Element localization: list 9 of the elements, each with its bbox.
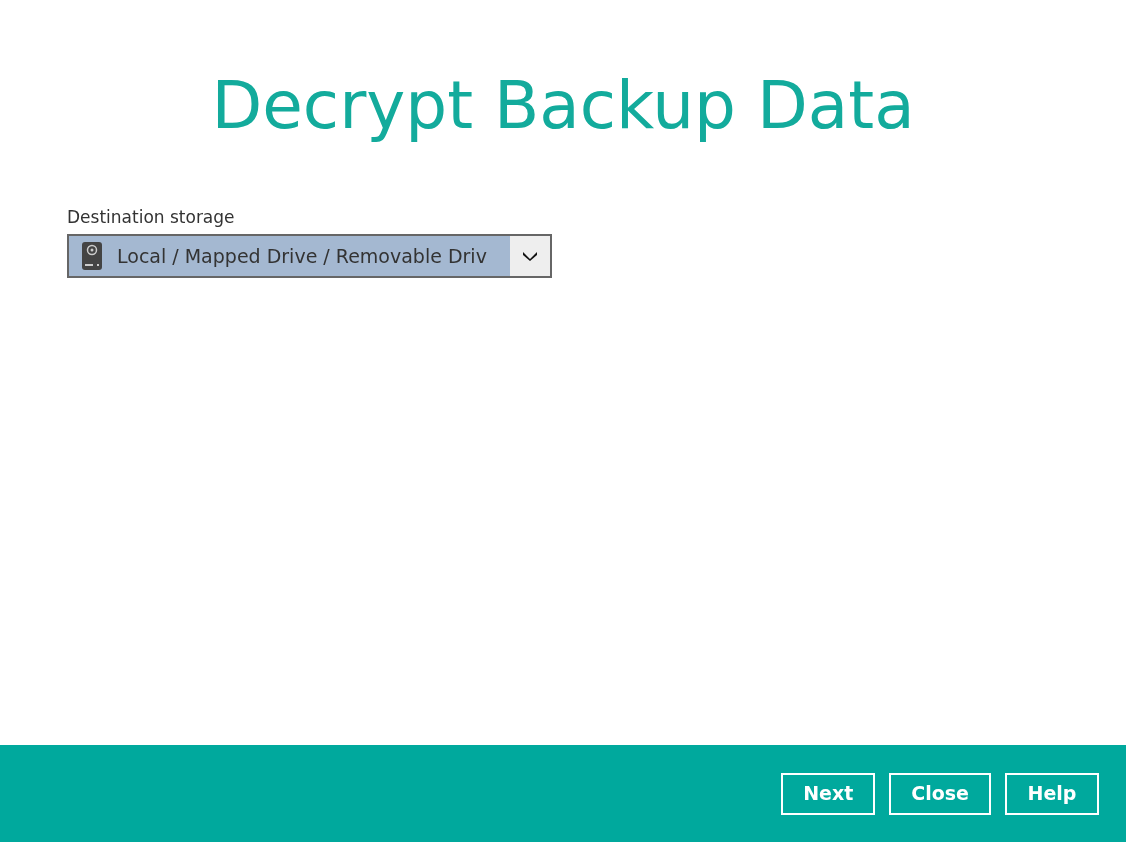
footer-button[interactable]: Help <box>1005 772 1099 815</box>
page-title: Decrypt Backup Data <box>211 66 915 146</box>
hard-drive-icon <box>81 241 103 271</box>
dropdown-value: Local / Mapped Drive / Removable Driv <box>117 243 488 269</box>
footer-button[interactable]: Close <box>889 772 991 815</box>
field-label: Destination storage <box>67 206 236 228</box>
footer-button[interactable]: Next <box>781 772 876 815</box>
destination-dropdown[interactable]: Local / Mapped Drive / Removable Driv <box>67 234 552 278</box>
chevron-down-icon <box>522 250 538 262</box>
